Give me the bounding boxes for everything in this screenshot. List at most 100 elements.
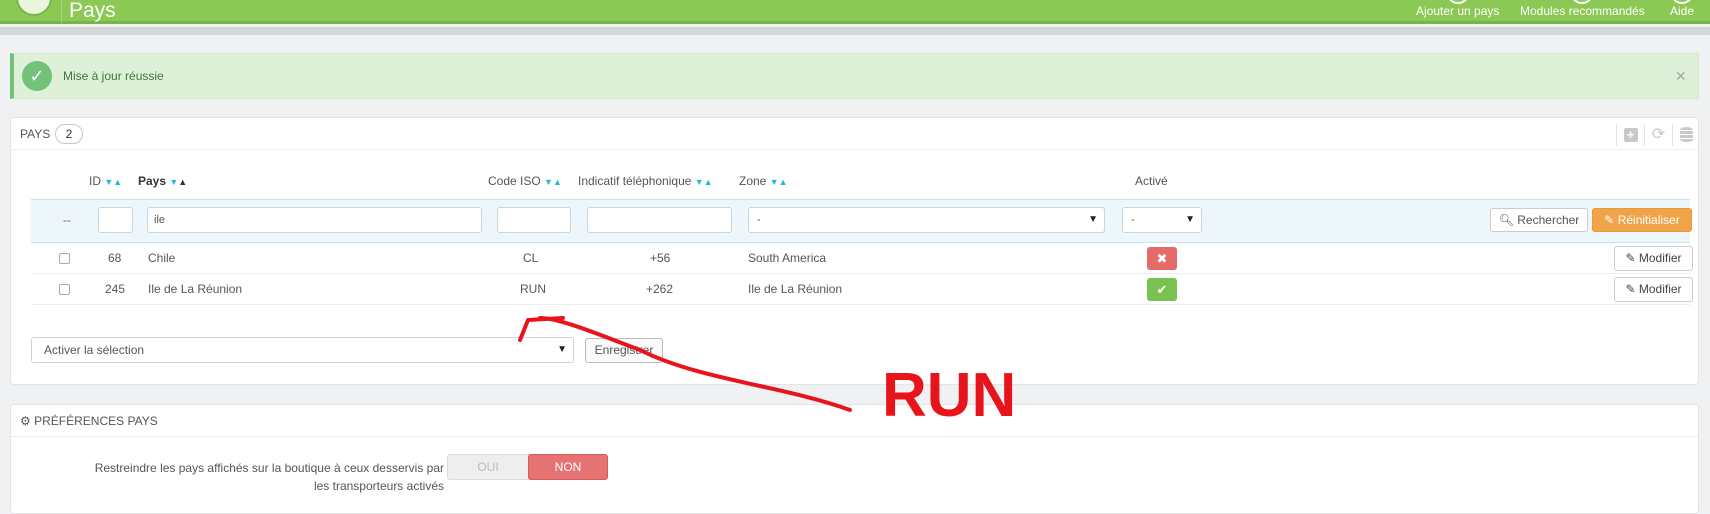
filter-zone-value: - — [757, 214, 761, 226]
cogs-icon: ⚙ — [20, 414, 31, 428]
column-header-zone: Zone ▼▲ — [739, 174, 788, 188]
filter-phone-input[interactable] — [587, 207, 732, 233]
edit-button[interactable]: ✎ Modifier — [1614, 246, 1693, 271]
status-enabled-toggle[interactable]: ✔ — [1147, 278, 1177, 301]
row-checkbox[interactable] — [59, 284, 70, 295]
countries-panel: PAYS 2 + ⟳ ID ▼▲ Pays ▼▲ Code ISO ▼▲ Ind… — [10, 117, 1699, 385]
reset-button[interactable]: ✎ Réinitialiser — [1592, 208, 1692, 232]
eraser-icon: ✎ — [1604, 213, 1615, 227]
sort-asc-icon[interactable]: ▲ — [704, 177, 713, 187]
sort-desc-icon[interactable]: ▼ — [695, 177, 704, 187]
filter-id-input[interactable] — [98, 207, 133, 233]
help-label: Aide — [1670, 4, 1695, 18]
filter-placeholder: -- — [63, 213, 71, 227]
cell-country: Ile de La Réunion — [148, 282, 243, 296]
plus-icon: + — [1623, 127, 1638, 142]
edit-button[interactable]: ✎ Modifier — [1614, 277, 1693, 302]
column-country-label: Pays — [138, 174, 167, 188]
check-circle-icon: ✓ — [22, 61, 52, 91]
filter-row: -- ile - ▼ - ▼ 🔍︎ Rechercher ✎ Réinitial… — [31, 199, 1692, 243]
switch-yes-option[interactable]: OUI — [448, 455, 528, 479]
recommended-modules-label: Modules recommandés — [1520, 4, 1645, 18]
sort-asc-icon[interactable]: ▲ — [178, 177, 187, 187]
reset-button-label: Réinitialiser — [1617, 213, 1680, 227]
cell-phone: +56 — [650, 251, 671, 265]
filter-iso-input[interactable] — [497, 207, 571, 233]
bulk-action-value: Activer la sélection — [44, 343, 145, 357]
column-header-active: Activé — [1135, 174, 1168, 188]
search-button[interactable]: 🔍︎ Rechercher — [1490, 208, 1588, 232]
caret-down-icon: ▼ — [1088, 214, 1098, 225]
sort-asc-icon[interactable]: ▲ — [779, 177, 788, 187]
column-zone-label: Zone — [739, 174, 767, 188]
refresh-icon: ⟳ — [1651, 126, 1666, 143]
database-icon — [1680, 127, 1693, 143]
panel-title: ⚙ PRÉFÉRENCES PAYS — [20, 414, 158, 428]
panel-heading: ⚙ PRÉFÉRENCES PAYS — [11, 405, 1698, 437]
panel-title-text: PRÉFÉRENCES PAYS — [34, 414, 158, 428]
column-header-phone: Indicatif téléphonique ▼▲ — [578, 174, 713, 188]
column-header-id: ID ▼▲ — [89, 174, 122, 188]
add-new-button[interactable]: + — [1616, 124, 1644, 146]
subheader-bar — [0, 27, 1710, 35]
column-iso-label: Code ISO — [488, 174, 541, 188]
save-button[interactable]: Enregistrer — [585, 338, 663, 363]
close-icon: ✖ — [1156, 251, 1168, 266]
help-button[interactable]: Aide — [1670, 0, 1695, 19]
add-country-button[interactable]: Ajouter un pays — [1416, 0, 1500, 19]
column-header-country: Pays ▼▲ — [138, 174, 187, 188]
close-icon[interactable]: × — [1675, 66, 1686, 87]
column-id-label: ID — [89, 174, 101, 188]
sort-desc-icon[interactable]: ▼ — [169, 177, 178, 187]
sort-desc-icon[interactable]: ▼ — [104, 177, 113, 187]
refresh-button[interactable]: ⟳ — [1644, 124, 1672, 146]
column-phone-label: Indicatif téléphonique — [578, 174, 692, 188]
table-row[interactable]: 68 Chile CL +56 South America ✖ ✎ Modifi… — [31, 243, 1693, 274]
cell-zone: Ile de La Réunion — [748, 282, 843, 296]
panel-title: PAYS — [20, 127, 51, 141]
sql-query-button[interactable] — [1672, 124, 1700, 146]
sort-desc-icon[interactable]: ▼ — [544, 177, 553, 187]
recommended-modules-button[interactable]: Modules recommandés — [1520, 0, 1645, 19]
filter-zone-select[interactable]: - ▼ — [748, 207, 1105, 233]
edit-button-label: Modifier — [1638, 282, 1682, 296]
page-title: Pays — [69, 0, 116, 22]
cell-phone: +262 — [646, 282, 674, 296]
cell-iso: CL — [523, 251, 539, 265]
setting-label-line1: Restreindre les pays affichés sur la bou… — [94, 461, 444, 475]
panel-heading: PAYS 2 + ⟳ — [11, 118, 1698, 150]
check-icon: ✔ — [1156, 282, 1168, 297]
setting-label: Restreindre les pays affichés sur la bou… — [24, 459, 444, 495]
edit-button-label: Modifier — [1638, 251, 1682, 265]
pencil-icon: ✎ — [1625, 282, 1636, 296]
status-disabled-toggle[interactable]: ✖ — [1147, 247, 1177, 270]
cell-country: Chile — [148, 251, 176, 265]
success-alert: ✓ Mise à jour réussie × — [10, 53, 1699, 99]
cell-id: 68 — [108, 251, 122, 265]
sort-asc-icon[interactable]: ▲ — [553, 177, 562, 187]
table-row[interactable]: 245 Ile de La Réunion RUN +262 Ile de La… — [31, 274, 1693, 305]
pencil-icon: ✎ — [1625, 251, 1636, 265]
caret-down-icon: ▼ — [557, 344, 567, 355]
country-preferences-panel: ⚙ PRÉFÉRENCES PAYS Restreindre les pays … — [10, 404, 1699, 514]
cell-id: 245 — [105, 282, 126, 296]
caret-down-icon: ▼ — [1185, 214, 1195, 225]
setting-label-line2: les transporteurs activés — [313, 479, 444, 493]
search-icon: 🔍︎ — [1498, 213, 1514, 227]
alert-message: Mise à jour réussie — [63, 69, 164, 83]
add-country-label: Ajouter un pays — [1416, 4, 1500, 18]
bulk-action-select[interactable]: Activer la sélection ▼ — [31, 337, 574, 363]
sort-desc-icon[interactable]: ▼ — [770, 177, 779, 187]
filter-active-select[interactable]: - ▼ — [1122, 207, 1202, 233]
filter-country-input[interactable]: ile — [147, 207, 482, 233]
row-checkbox[interactable] — [59, 253, 70, 264]
switch-no-option[interactable]: NON — [528, 454, 608, 480]
column-header-iso: Code ISO ▼▲ — [488, 174, 562, 188]
globe-icon — [16, 0, 52, 16]
search-button-label: Rechercher — [1517, 213, 1580, 227]
restrict-countries-switch[interactable]: OUI NON — [447, 454, 608, 480]
sort-asc-icon[interactable]: ▲ — [113, 177, 122, 187]
filter-active-value: - — [1131, 214, 1135, 226]
page-header: Pays Ajouter un pays Modules recommandés… — [0, 0, 1710, 24]
cell-iso: RUN — [520, 282, 546, 296]
